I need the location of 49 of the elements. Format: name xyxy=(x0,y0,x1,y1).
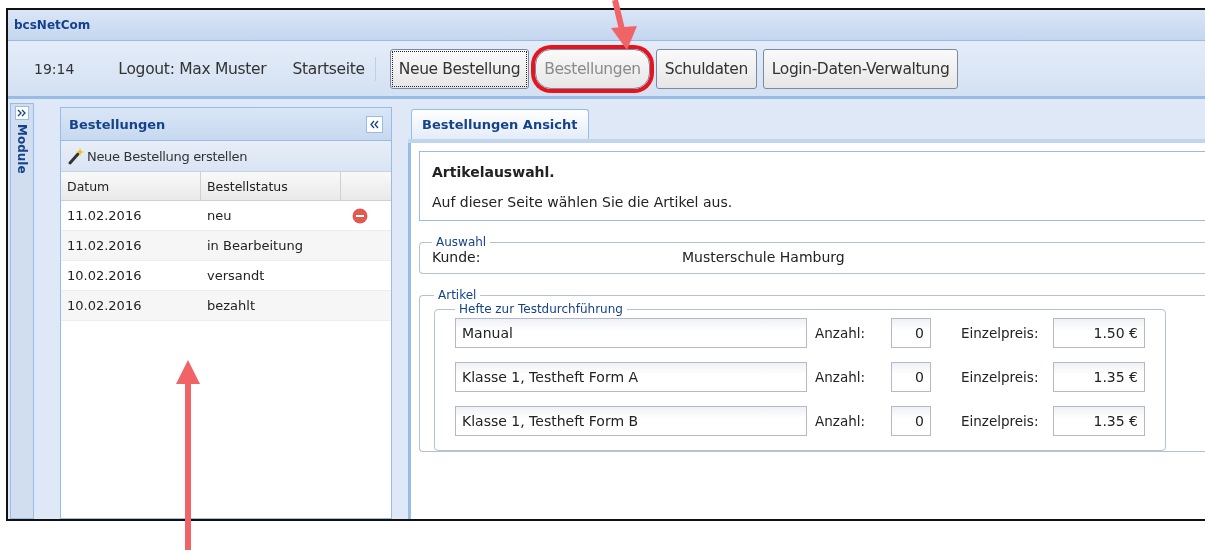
table-cell-text: bezahlt xyxy=(206,297,256,315)
field-label: Einzelpreis: xyxy=(960,369,1040,385)
field-label: Kunde: xyxy=(432,249,482,265)
remove-icon[interactable] xyxy=(352,207,368,224)
field-label: Einzelpreis: xyxy=(960,325,1040,341)
fieldset-legend: Artikel xyxy=(434,288,481,302)
table-cell-text: in Bearbeitung xyxy=(206,237,304,255)
price-field[interactable]: 1.35 € xyxy=(1053,406,1145,436)
intro-heading: Artikelauswahl. xyxy=(432,164,556,180)
nav-link[interactable]: Logout: Max Muster xyxy=(118,59,267,78)
order-row[interactable]: 11.02.2016 in Bearbeitung xyxy=(61,231,391,261)
clock-time: 19:14 xyxy=(34,60,75,77)
module-label[interactable]: Module xyxy=(15,124,29,174)
quantity-field[interactable]: 0 xyxy=(891,406,931,436)
fieldset-legend: Auswahl xyxy=(432,235,491,249)
wand-icon xyxy=(67,147,85,165)
new-order-button[interactable]: Neue Bestellung erstellen xyxy=(67,147,248,165)
toolbar-button[interactable]: Login-Daten-Verwaltung xyxy=(762,48,959,89)
table-cell-text: 11.02.2016 xyxy=(66,237,143,255)
nav-link[interactable]: Startseite xyxy=(292,59,365,78)
toolbar-button[interactable]: Schuldaten xyxy=(655,48,757,89)
column-header[interactable]: Datum xyxy=(61,172,201,200)
field-label: Anzahl: xyxy=(814,413,866,429)
article-name-field[interactable]: Manual xyxy=(455,318,807,348)
quantity-field[interactable]: 0 xyxy=(891,318,931,348)
fieldset-legend: Hefte zur Testdurchführung xyxy=(455,302,627,316)
window-title: bcsNetCom xyxy=(14,18,91,32)
article-name-field[interactable]: Klasse 1, Testheft Form A xyxy=(455,362,807,392)
field-label: Anzahl: xyxy=(814,369,866,385)
table-cell-text: 11.02.2016 xyxy=(66,207,143,225)
expand-icon[interactable] xyxy=(15,106,29,120)
intro-text: Auf dieser Seite wählen Sie die Artikel aus. xyxy=(432,194,734,210)
collapse-icon[interactable] xyxy=(366,115,383,133)
table-cell-text: neu xyxy=(206,207,233,225)
table-cell-text: versandt xyxy=(206,267,266,285)
article-name-field[interactable]: Klasse 1, Testheft Form B xyxy=(455,406,807,436)
tab[interactable]: Bestellungen Ansicht xyxy=(411,109,589,139)
table-cell-text: 10.02.2016 xyxy=(66,267,143,285)
price-field[interactable]: 1.50 € xyxy=(1053,318,1145,348)
field-label: Anzahl: xyxy=(814,325,866,341)
field-label: Einzelpreis: xyxy=(960,413,1040,429)
column-header[interactable]: Bestellstatus xyxy=(201,172,341,200)
order-row[interactable]: 10.02.2016 bezahlt xyxy=(61,291,391,321)
table-cell-text: 10.02.2016 xyxy=(66,297,143,315)
field-value: Musterschule Hamburg xyxy=(682,249,845,265)
price-field[interactable]: 1.35 € xyxy=(1053,362,1145,392)
quantity-field[interactable]: 0 xyxy=(891,362,931,392)
panel-title: Bestellungen xyxy=(69,116,166,132)
toolbar-button[interactable]: Neue Bestellung xyxy=(389,48,530,89)
